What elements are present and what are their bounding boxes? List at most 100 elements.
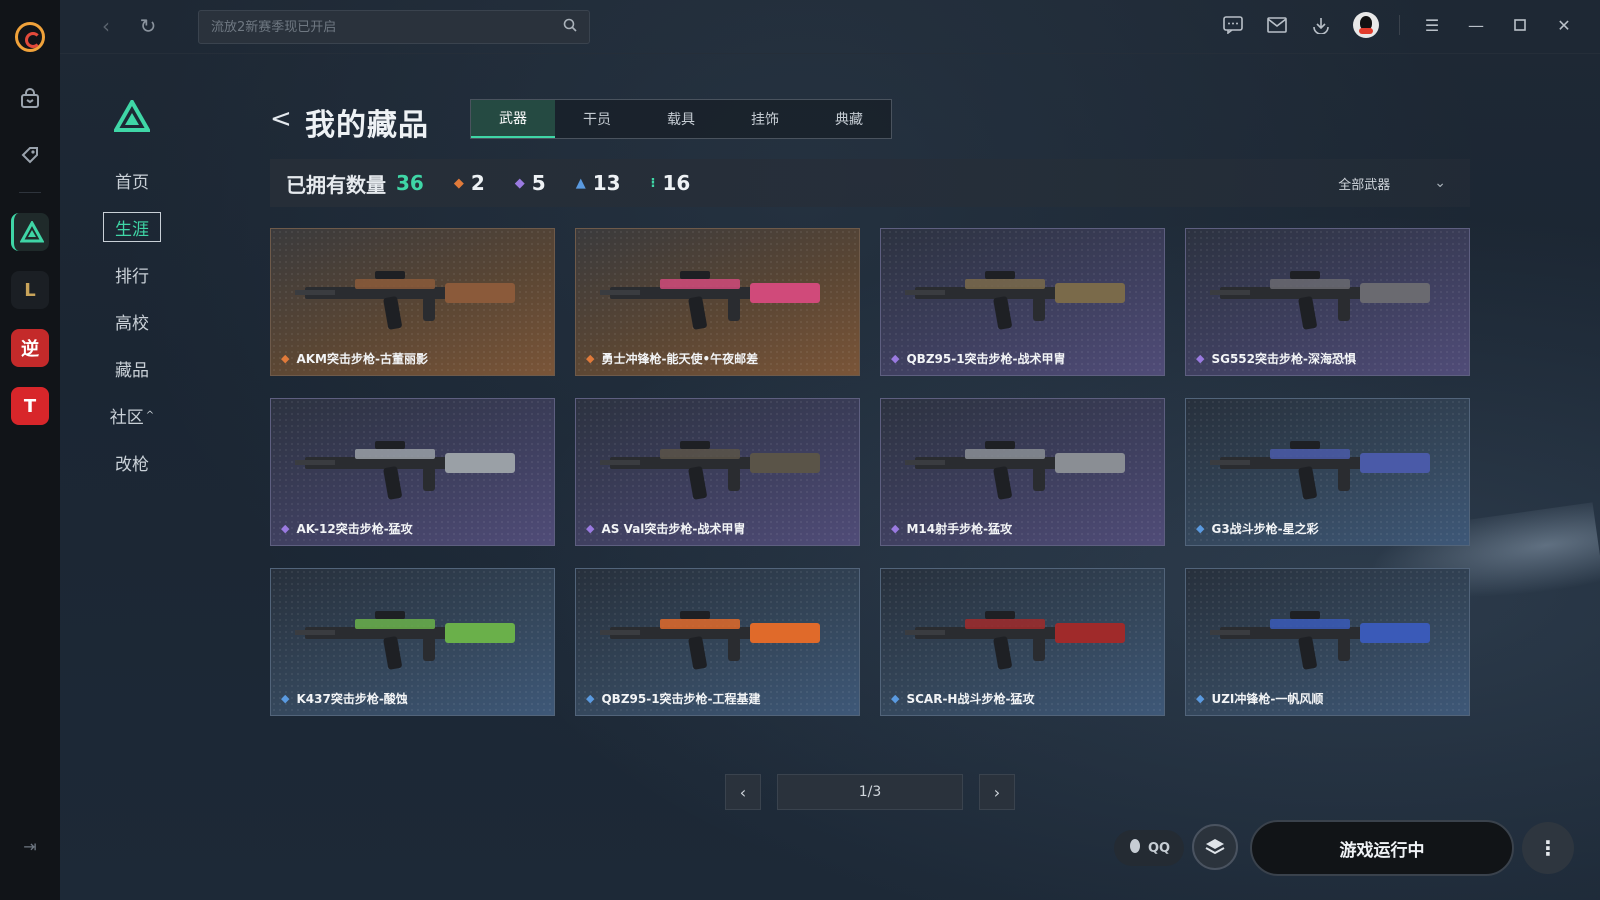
search-input[interactable] (211, 19, 563, 35)
menu-icon[interactable]: ☰ (1420, 13, 1444, 37)
weapon-image (600, 271, 820, 330)
rarity-gem-icon: ◆ (281, 692, 290, 705)
collection-grid: ◆ AKM突击步枪-古董丽影 ◆ 勇士冲锋枪-能天使•午夜邮差 ◆ QBZ95-1突击步枪… (270, 228, 1470, 716)
game-delta-force-icon[interactable] (11, 213, 49, 251)
topbar-divider (1399, 15, 1400, 35)
weapon-image (600, 441, 820, 500)
next-page-button[interactable]: › (979, 774, 1015, 810)
page-indicator: 1/3 (777, 774, 963, 810)
owned-count-total: 36 (396, 171, 424, 195)
weapon-card[interactable]: ◆ AK-12突击步枪-猛攻 (270, 398, 555, 546)
tab-operators[interactable]: 干员 (555, 100, 639, 138)
weapon-card-label: ◆ AK-12突击步枪-猛攻 (281, 520, 413, 537)
weapon-filter-dropdown[interactable]: 全部武器 ⌄ (1338, 174, 1446, 193)
store-bag-icon[interactable] (15, 84, 45, 114)
search-box[interactable] (198, 10, 590, 44)
game-running-button[interactable]: 游戏运行中 (1250, 820, 1514, 876)
prev-page-button[interactable]: ‹ (725, 774, 761, 810)
chevron-up-icon: ^ (145, 409, 155, 421)
gamepad-tag-icon[interactable] (15, 140, 45, 170)
user-avatar[interactable] (1353, 12, 1379, 38)
weapon-name: SG552突击步枪-深海恐惧 (1211, 352, 1356, 366)
weapon-card[interactable]: ◆ QBZ95-1突击步枪-工程基建 (575, 568, 860, 716)
rarity-gem-icon: ◆ (1196, 352, 1205, 365)
weapon-card[interactable]: ◆ SCAR-H战斗步枪-猛攻 (880, 568, 1165, 716)
rarity-purple-value: 5 (531, 171, 546, 195)
close-icon[interactable]: ✕ (1552, 13, 1576, 37)
launcher-logo-icon[interactable] (15, 22, 45, 52)
rarity-blue-value: 13 (592, 171, 621, 195)
collapse-rail-icon[interactable]: ⇥ (23, 837, 36, 856)
tab-collection[interactable]: 典藏 (807, 100, 891, 138)
owned-count-label: 已拥有数量 (286, 172, 386, 197)
weapon-card-label: ◆ M14射手步枪-猛攻 (891, 520, 1012, 537)
weapon-name: QBZ95-1突击步枪-工程基建 (601, 692, 761, 706)
mail-icon[interactable] (1265, 13, 1289, 37)
maximize-icon[interactable] (1508, 13, 1532, 37)
game-lol-icon[interactable]: L (11, 271, 49, 309)
weapon-name: M14射手步枪-猛攻 (906, 522, 1013, 536)
app-rail: L 逆 T ⇥ (0, 0, 60, 900)
weapon-name: G3战斗步枪-星之彩 (1211, 522, 1319, 536)
layers-icon[interactable] (1192, 824, 1238, 870)
more-options-icon[interactable]: ⋮ (1522, 822, 1574, 874)
weapon-image (295, 271, 515, 330)
game-tgp-icon[interactable]: T (11, 387, 49, 425)
nav-gun-mod[interactable]: 改枪 (103, 447, 161, 477)
weapon-image (295, 441, 515, 500)
nav-home[interactable]: 首页 (103, 165, 161, 195)
weapon-name: AK-12突击步枪-猛攻 (296, 522, 413, 536)
nav-community-label: 社区 (109, 407, 144, 428)
tab-charms[interactable]: 挂饰 (723, 100, 807, 138)
rarity-gem-icon: ◆ (891, 522, 900, 535)
weapon-card[interactable]: ◆ SG552突击步枪-深海恐惧 (1185, 228, 1470, 376)
qq-penguin-icon (1128, 838, 1142, 858)
collection-tabs: 武器 干员 载具 挂饰 典藏 (470, 99, 892, 139)
nav-career[interactable]: 生涯 (103, 212, 161, 242)
weapon-image (295, 611, 515, 670)
nav-ranking[interactable]: 排行 (103, 259, 161, 289)
weapon-card-label: ◆ QBZ95-1突击步枪-战术甲胄 (891, 350, 1066, 367)
page-back-icon[interactable]: < (270, 104, 292, 134)
weapon-card[interactable]: ◆ AKM突击步枪-古董丽影 (270, 228, 555, 376)
rarity-gem-icon: ◆ (586, 522, 595, 535)
nav-community[interactable]: 社区 ^ (103, 400, 161, 430)
weapon-card-label: ◆ G3战斗步枪-星之彩 (1196, 520, 1319, 537)
weapon-name: K437突击步枪-酸蚀 (296, 692, 408, 706)
weapon-card[interactable]: ◆ AS Val突击步枪-战术甲胄 (575, 398, 860, 546)
weapon-card[interactable]: ◆ G3战斗步枪-星之彩 (1185, 398, 1470, 546)
weapon-image (1210, 441, 1430, 500)
nav-university[interactable]: 高校 (103, 306, 161, 336)
chat-icon[interactable] (1221, 13, 1245, 37)
delta-force-logo-icon (114, 100, 150, 132)
dots-green-icon: ⁝ (650, 175, 656, 191)
back-arrow-icon[interactable]: ‹ (94, 14, 118, 38)
rarity-gem-icon: ◆ (586, 352, 595, 365)
minimize-icon[interactable]: — (1464, 13, 1488, 37)
weapon-card[interactable]: ◆ 勇士冲锋枪-能天使•午夜邮差 (575, 228, 860, 376)
rarity-blue-count: ▲ 13 (576, 171, 621, 195)
download-icon[interactable] (1309, 13, 1333, 37)
weapon-card[interactable]: ◆ M14射手步枪-猛攻 (880, 398, 1165, 546)
weapon-card[interactable]: ◆ K437突击步枪-酸蚀 (270, 568, 555, 716)
top-bar: ‹ ↻ ☰ — ✕ (60, 0, 1600, 54)
nav-collection[interactable]: 藏品 (103, 353, 161, 383)
weapon-name: QBZ95-1突击步枪-战术甲胄 (906, 352, 1066, 366)
weapon-card[interactable]: ◆ UZI冲锋枪-一帆风顺 (1185, 568, 1470, 716)
weapon-card-label: ◆ QBZ95-1突击步枪-工程基建 (586, 690, 761, 707)
tab-vehicles[interactable]: 载具 (639, 100, 723, 138)
rarity-gem-icon: ◆ (1196, 522, 1205, 535)
game-nishuihan-icon[interactable]: 逆 (11, 329, 49, 367)
search-icon[interactable] (563, 18, 577, 36)
rarity-green-count: ⁝ 16 (651, 171, 691, 195)
pagination: ‹ 1/3 › (725, 774, 1015, 810)
weapon-image (600, 611, 820, 670)
weapon-card[interactable]: ◆ QBZ95-1突击步枪-战术甲胄 (880, 228, 1165, 376)
refresh-icon[interactable]: ↻ (136, 14, 160, 38)
weapon-card-label: ◆ AKM突击步枪-古董丽影 (281, 350, 428, 367)
qq-button[interactable]: QQ (1114, 830, 1184, 866)
weapon-image (905, 271, 1125, 330)
tab-weapons[interactable]: 武器 (471, 100, 555, 138)
weapon-name: 勇士冲锋枪-能天使•午夜邮差 (601, 352, 759, 366)
rarity-gem-icon: ◆ (891, 352, 900, 365)
